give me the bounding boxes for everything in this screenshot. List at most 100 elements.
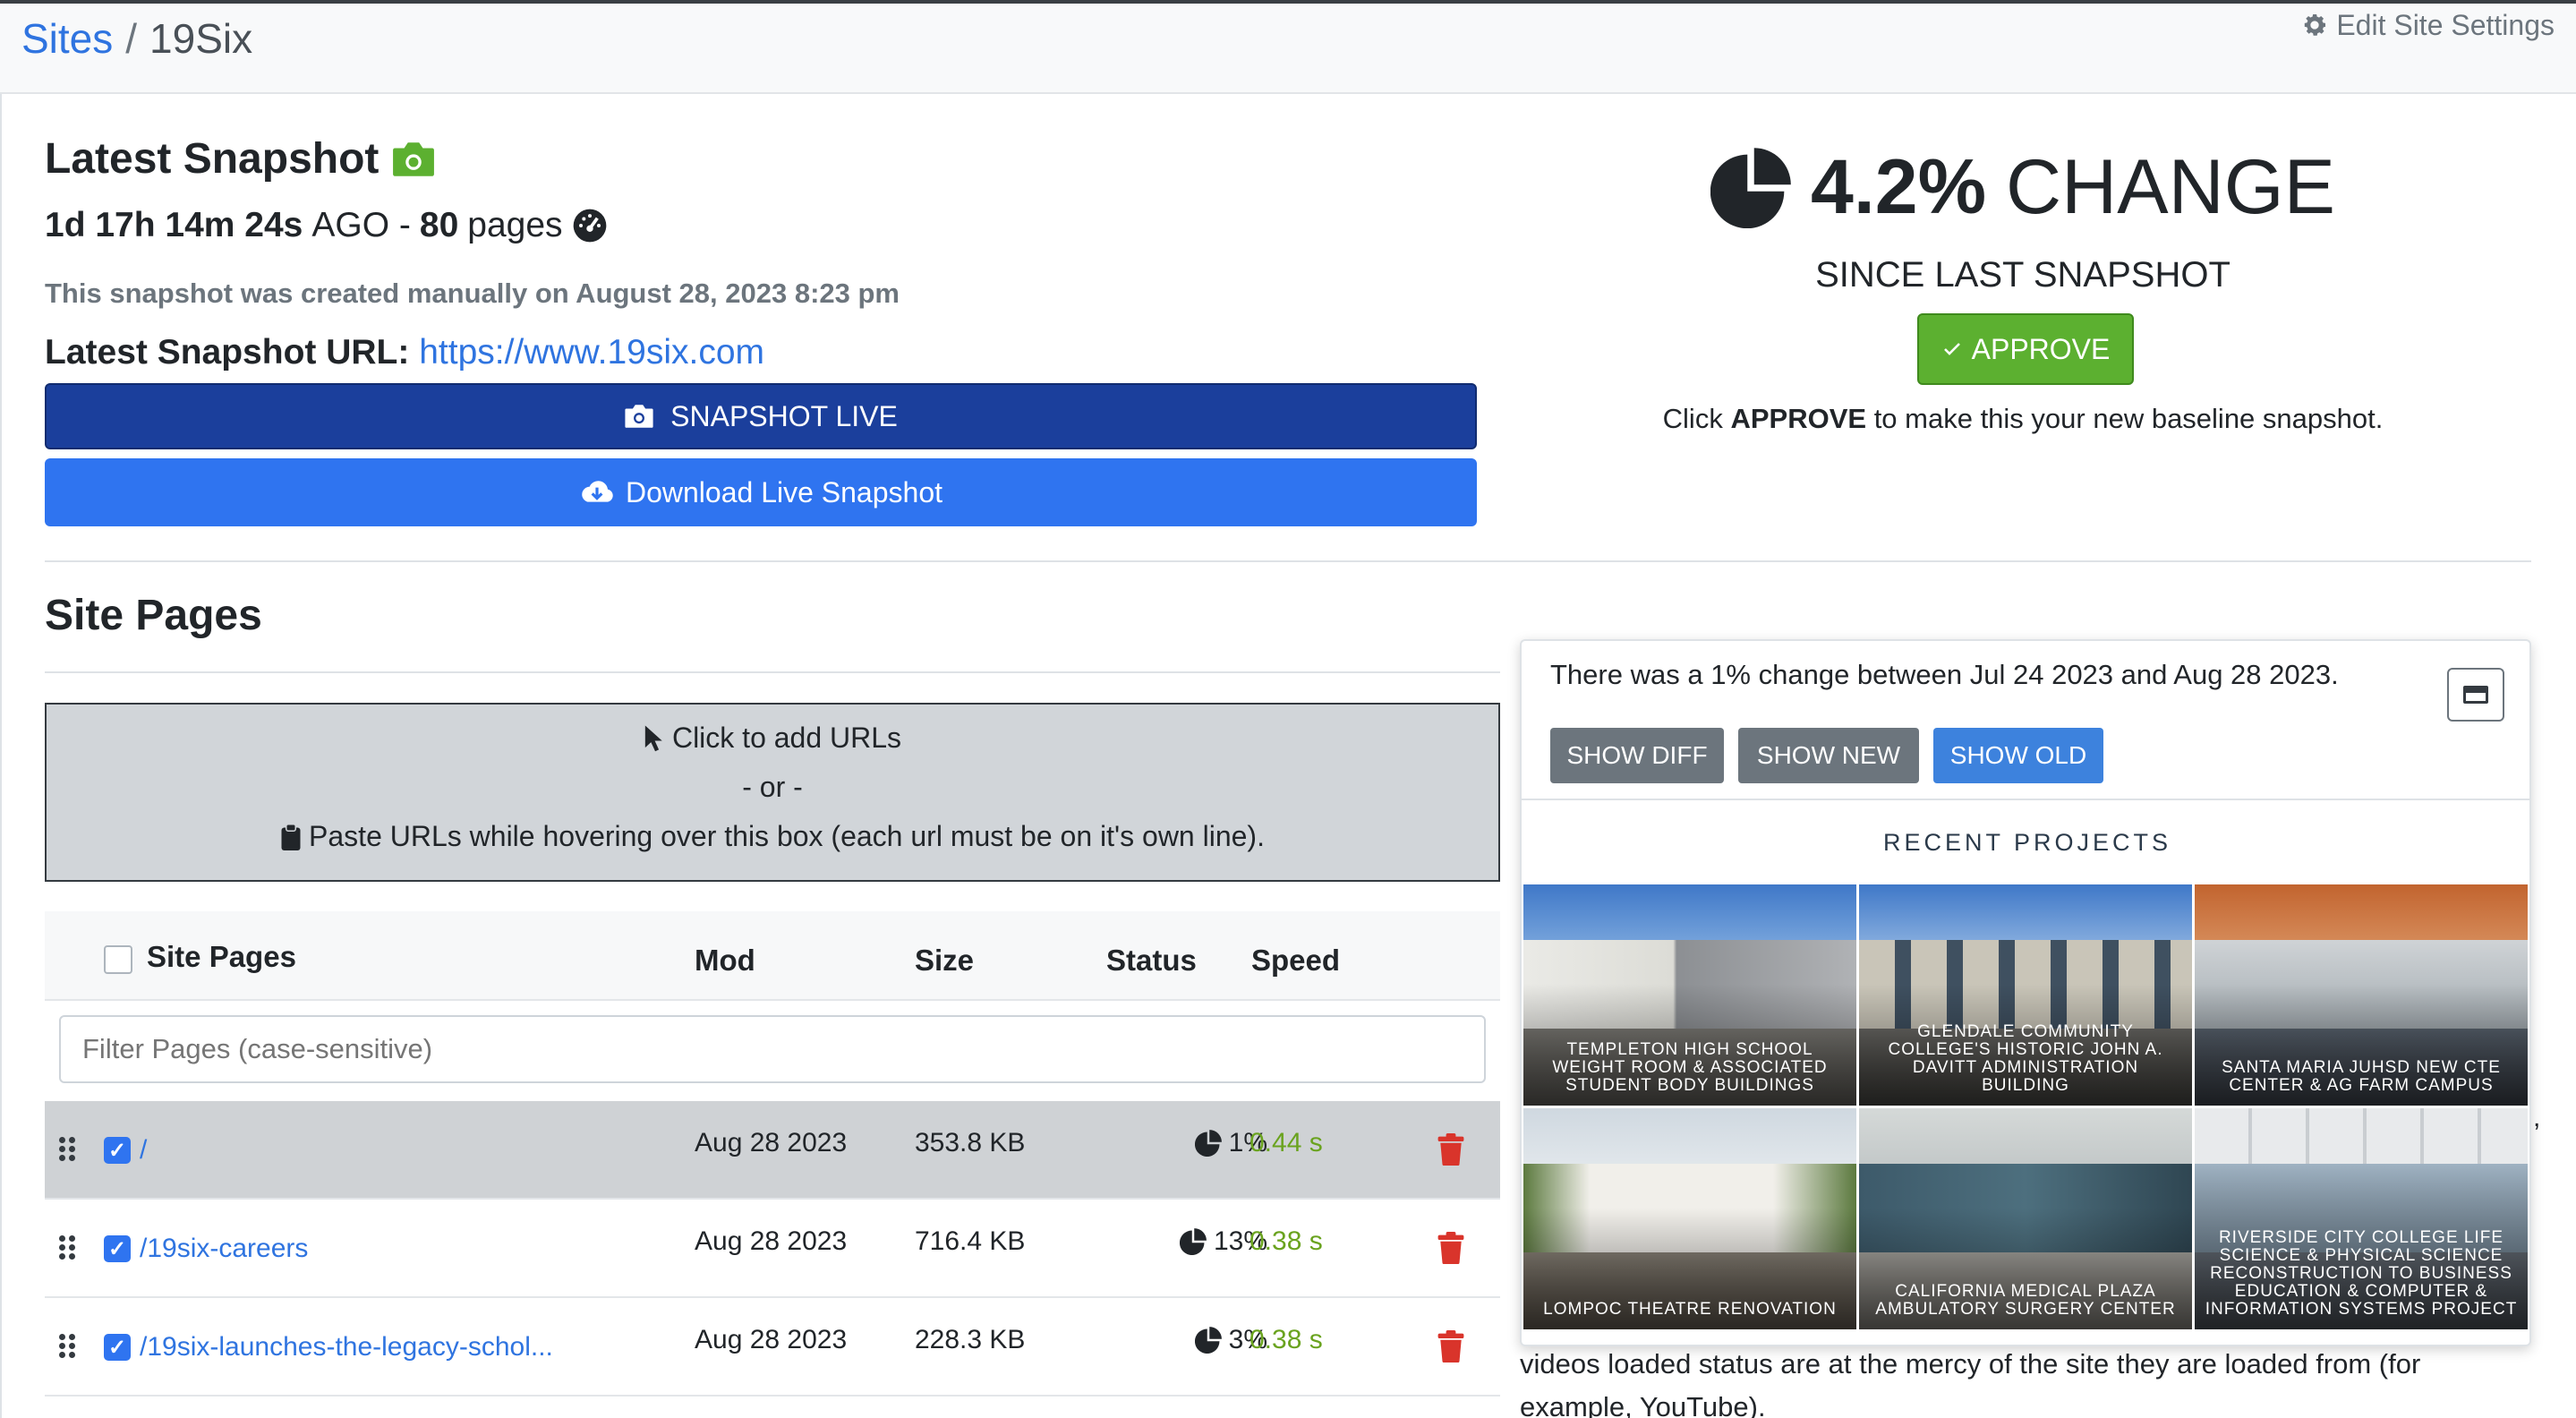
cloud-download-icon — [582, 481, 613, 502]
select-all-checkbox[interactable] — [104, 945, 132, 974]
download-live-snapshot-label: Download Live Snapshot — [625, 475, 943, 508]
camera-icon — [625, 405, 653, 428]
row-path-link[interactable]: / — [140, 1135, 147, 1166]
background-text-fragment: , — [2533, 1103, 2541, 1132]
grip-icon[interactable] — [59, 1137, 77, 1162]
trash-icon[interactable] — [1437, 1232, 1464, 1264]
snapshot-ago-label: AGO - — [311, 206, 411, 244]
project-tile[interactable]: LOMPOC THEATRE RENOVATION — [1523, 1108, 1856, 1329]
diff-preview-popup: There was a 1% change between Jul 24 202… — [1520, 639, 2531, 1346]
gauge-icon — [573, 209, 606, 243]
project-caption: RIVERSIDE CITY COLLEGE LIFE SCIENCE & PH… — [2205, 1228, 2518, 1319]
breadcrumb-separator: / — [125, 15, 138, 62]
clipboard-icon — [281, 823, 301, 850]
snapshot-live-button[interactable]: SNAPSHOT LIVE — [45, 383, 1477, 449]
row-size: 353.8 KB — [915, 1128, 1026, 1157]
url-dropzone[interactable]: Click to add URLs - or - Paste URLs whil… — [45, 703, 1500, 882]
breadcrumb-current: 19Six — [149, 15, 253, 62]
table-row[interactable]: ✓ / Aug 28 2023 353.8 KB 1% 0.44 s — [45, 1101, 1500, 1200]
snapshot-url-link[interactable]: https://www.19six.com — [419, 333, 764, 372]
approve-note-bold: APPROVE — [1730, 403, 1867, 434]
row-mod: Aug 28 2023 — [695, 1128, 848, 1157]
approve-note-pre: Click — [1662, 403, 1723, 434]
project-tile[interactable]: GLENDALE COMMUNITY COLLEGE'S HISTORIC JO… — [1859, 884, 2192, 1106]
show-new-button[interactable]: SHOW NEW — [1738, 728, 1919, 783]
window-maximize-icon[interactable] — [2447, 668, 2504, 722]
latest-snapshot-title: Latest Snapshot — [45, 135, 380, 183]
breadcrumb: Sites /19Six — [21, 11, 252, 66]
row-mod: Aug 28 2023 — [695, 1325, 848, 1354]
dropzone-click-line: Click to add URLs — [47, 713, 1498, 763]
snapshot-pages-label: pages — [467, 206, 563, 244]
approve-note: Click APPROVE to make this your new base… — [1593, 403, 2452, 435]
snapshot-url-label: Latest Snapshot URL: — [45, 333, 410, 372]
trash-icon[interactable] — [1437, 1133, 1464, 1166]
table-row[interactable]: ✓ /19six-careers Aug 28 2023 716.4 KB 13… — [45, 1200, 1500, 1298]
gear-icon — [2305, 14, 2326, 36]
change-summary: 4.2% CHANGE — [1701, 143, 2345, 232]
grip-icon[interactable] — [59, 1334, 77, 1359]
latest-snapshot-heading: Latest Snapshot — [45, 134, 436, 184]
check-icon — [1943, 343, 1960, 355]
dropzone-or-line: - or - — [742, 771, 803, 803]
site-pages-heading: Site Pages — [45, 592, 262, 639]
column-header-size[interactable]: Size — [915, 944, 974, 978]
show-diff-button[interactable]: SHOW DIFF — [1550, 728, 1724, 783]
project-caption: CALIFORNIA MEDICAL PLAZA AMBULATORY SURG… — [1875, 1282, 2176, 1319]
pie-chart-icon — [1710, 147, 1791, 228]
show-old-button[interactable]: SHOW OLD — [1933, 728, 2103, 783]
pages-table-header: Site Pages Mod Size Status Speed — [45, 911, 1500, 1001]
divider — [45, 671, 1500, 673]
background-help-text: videos loaded status are at the mercy of… — [1520, 1348, 2421, 1418]
pie-chart-icon — [1179, 1228, 1207, 1255]
dropzone-click-text: Click to add URLs — [671, 722, 902, 754]
project-tile[interactable]: TEMPLETON HIGH SCHOOL WEIGHT ROOM & ASSO… — [1523, 884, 1856, 1106]
column-header-speed[interactable]: Speed — [1251, 944, 1340, 978]
filter-pages-input[interactable] — [59, 1015, 1486, 1083]
project-tile[interactable]: RIVERSIDE CITY COLLEGE LIFE SCIENCE & PH… — [2195, 1108, 2528, 1329]
column-header-mod[interactable]: Mod — [695, 944, 755, 978]
row-checkbox[interactable]: ✓ — [104, 1137, 131, 1164]
change-percent: 4.2% — [1811, 144, 1987, 230]
breadcrumb-sites-link[interactable]: Sites — [21, 15, 113, 62]
dropzone-paste-line: Paste URLs while hovering over this box … — [47, 812, 1498, 861]
snapshot-created-text: This snapshot was created manually on Au… — [45, 278, 900, 309]
approve-label: APPROVE — [1971, 332, 2111, 365]
snapshot-pages-count: 80 — [419, 206, 459, 244]
edit-site-settings-link[interactable]: Edit Site Settings — [2300, 5, 2555, 45]
row-speed: 0.44 s — [1250, 1128, 1323, 1157]
approve-button[interactable]: APPROVE — [1917, 313, 2134, 385]
edit-site-settings-label: Edit Site Settings — [2336, 9, 2555, 41]
project-caption: TEMPLETON HIGH SCHOOL WEIGHT ROOM & ASSO… — [1552, 1040, 1828, 1095]
snapshot-age-value: 1d 17h 14m 24s — [45, 206, 303, 244]
project-caption: LOMPOC THEATRE RENOVATION — [1543, 1300, 1837, 1319]
divider — [45, 560, 2531, 562]
row-path-link[interactable]: /19six-careers — [140, 1234, 308, 1264]
cursor-icon — [644, 724, 662, 751]
diff-message: There was a 1% change between Jul 24 202… — [1550, 659, 2339, 690]
project-tile[interactable]: SANTA MARIA JUHSD NEW CTE CENTER & AG FA… — [2195, 884, 2528, 1106]
column-header-status[interactable]: Status — [1106, 944, 1197, 978]
row-speed: 0.38 s — [1250, 1226, 1323, 1256]
recent-projects-title: RECENT PROJECTS — [1882, 829, 2172, 856]
table-row[interactable]: ✓ /19six-launches-the-legacy-schol... Au… — [45, 1298, 1500, 1397]
download-live-snapshot-button[interactable]: Download Live Snapshot — [45, 458, 1477, 526]
grip-icon[interactable] — [59, 1235, 77, 1260]
trash-icon[interactable] — [1437, 1330, 1464, 1362]
row-checkbox[interactable]: ✓ — [104, 1334, 131, 1361]
change-label: CHANGE — [2006, 144, 2335, 230]
project-caption: SANTA MARIA JUHSD NEW CTE CENTER & AG FA… — [2222, 1058, 2501, 1095]
divider — [1522, 799, 2529, 800]
row-size: 716.4 KB — [915, 1226, 1026, 1256]
since-last-snapshot: SINCE LAST SNAPSHOT — [1815, 255, 2231, 295]
row-mod: Aug 28 2023 — [695, 1226, 848, 1256]
row-path-link[interactable]: /19six-launches-the-legacy-schol... — [140, 1332, 553, 1362]
camera-icon — [393, 141, 435, 176]
dropzone-paste-text: Paste URLs while hovering over this box … — [309, 820, 1265, 852]
pie-chart-icon — [1194, 1130, 1222, 1157]
project-tile[interactable]: CALIFORNIA MEDICAL PLAZA AMBULATORY SURG… — [1859, 1108, 2192, 1329]
row-size: 228.3 KB — [915, 1325, 1026, 1354]
row-checkbox[interactable]: ✓ — [104, 1235, 131, 1262]
top-bar: Sites /19Six Edit Site Settings — [0, 0, 2576, 94]
column-header-site-pages[interactable]: Site Pages — [147, 940, 296, 974]
